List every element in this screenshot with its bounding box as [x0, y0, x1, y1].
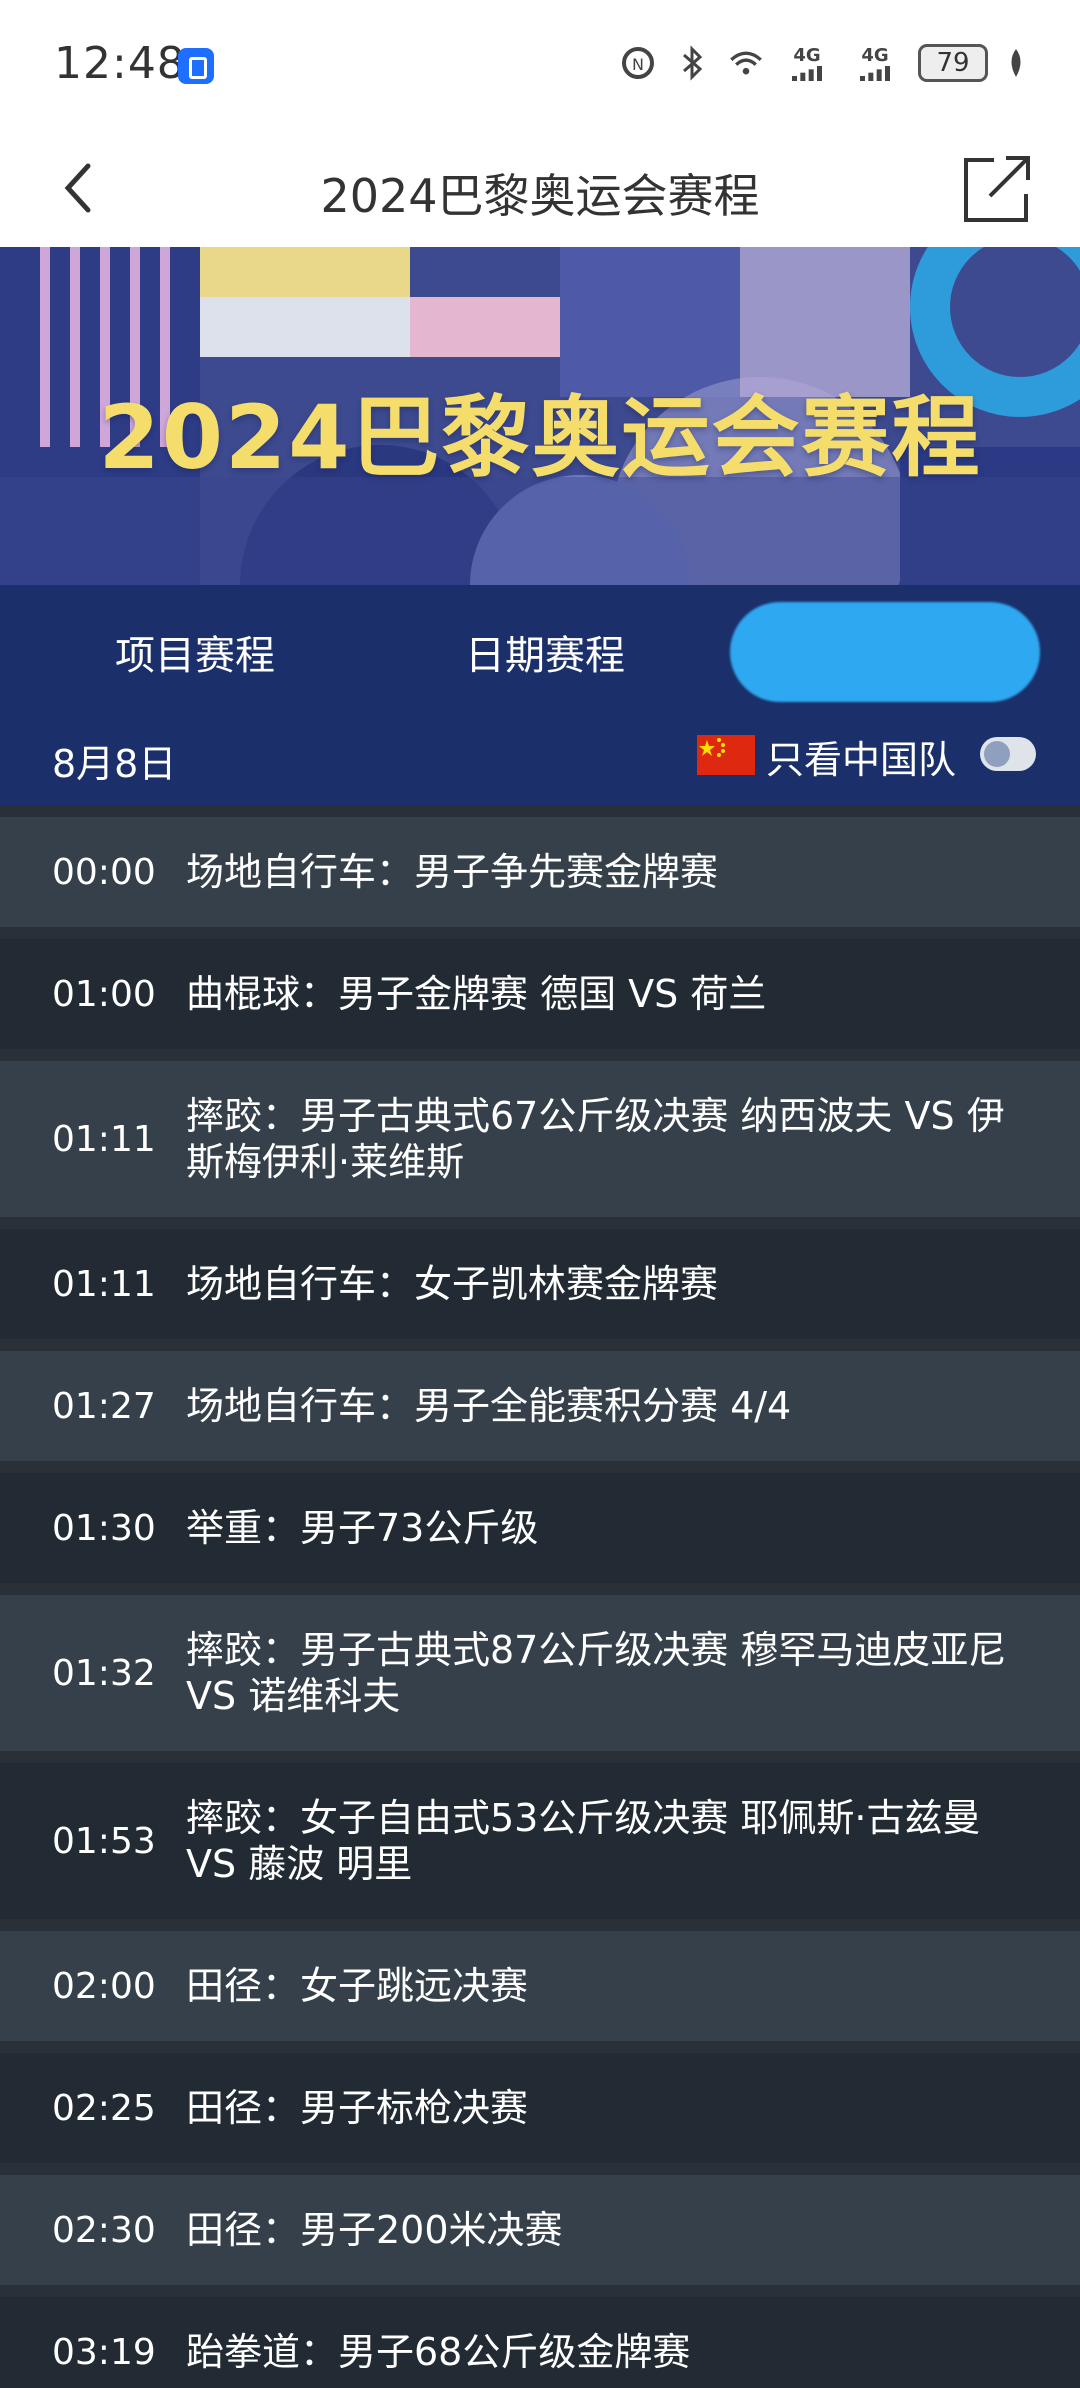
schedule-row[interactable]: 02:30 田径：男子200米决赛: [0, 2163, 1080, 2285]
schedule-row[interactable]: 01:30 举重：男子73公斤级: [0, 1461, 1080, 1583]
schedule-row[interactable]: 01:11 场地自行车：女子凯林赛金牌赛: [0, 1217, 1080, 1339]
network-type-1: 4G: [793, 45, 821, 66]
event-time: 01:53: [52, 1820, 156, 1862]
page-title: 2024巴黎奥运会赛程: [320, 169, 760, 223]
signal-icon-1: 4G: [782, 45, 832, 81]
share-button[interactable]: [960, 150, 1036, 226]
tabs-area: 项目赛程 日期赛程 8月8日 只看中国队: [0, 585, 1080, 805]
schedule-row[interactable]: 03:19 跆拳道：男子68公斤级金牌赛: [0, 2285, 1080, 2388]
banner: 2024巴黎奥运会赛程: [0, 247, 1080, 585]
event-time: 01:11: [52, 1118, 156, 1160]
event-title: 跆拳道：男子68公斤级金牌赛: [186, 2330, 691, 2374]
event-time: 01:00: [52, 973, 156, 1015]
battery-level: 79: [936, 48, 970, 78]
toggle-knob: [984, 741, 1010, 767]
schedule-row[interactable]: 01:27 场地自行车：男子全能赛积分赛 4/4: [0, 1339, 1080, 1461]
wifi-icon: [728, 45, 764, 81]
event-title: 场地自行车：男子全能赛积分赛 4/4: [186, 1384, 792, 1428]
battery-icon: 79: [918, 44, 988, 82]
event-time: 02:30: [52, 2209, 156, 2251]
event-title: 田径：男子标枪决赛: [186, 2086, 529, 2130]
schedule-row[interactable]: 02:25 田径：男子标枪决赛: [0, 2041, 1080, 2163]
event-time: 03:19: [52, 2331, 156, 2373]
app-notification-icon: [178, 48, 214, 84]
event-time: 02:25: [52, 2087, 156, 2129]
event-title: 曲棍球：男子金牌赛 德国 VS 荷兰: [186, 972, 767, 1016]
schedule-row[interactable]: 02:00 田径：女子跳远决赛: [0, 1919, 1080, 2041]
event-time: 01:32: [52, 1652, 156, 1694]
nfc-icon: N: [620, 45, 656, 81]
share-icon: [964, 156, 1030, 222]
current-date: 8月8日: [52, 742, 177, 786]
nav-bar: 2024巴黎奥运会赛程: [0, 130, 1080, 247]
event-title: 摔跤：男子古典式87公斤级决赛 穆罕马迪皮亚尼 VS 诺维科夫: [186, 1628, 1007, 1718]
event-time: 01:30: [52, 1507, 156, 1549]
bluetooth-icon: [674, 45, 710, 81]
event-time: 02:00: [52, 1965, 156, 2007]
schedule-row[interactable]: 01:00 曲棍球：男子金牌赛 德国 VS 荷兰: [0, 927, 1080, 1049]
event-title: 田径：男子200米决赛: [186, 2208, 563, 2252]
svg-text:N: N: [632, 55, 644, 74]
status-bar: 12:48 N 4G 4G 79: [0, 0, 1080, 130]
banner-title: 2024巴黎奥运会赛程: [98, 386, 982, 489]
china-flag-icon: [697, 735, 755, 775]
event-title: 场地自行车：女子凯林赛金牌赛: [186, 1262, 719, 1306]
tab-by-event[interactable]: 项目赛程: [80, 602, 310, 702]
event-time: 00:00: [52, 851, 156, 893]
schedule-row[interactable]: 01:32 摔跤：男子古典式87公斤级决赛 穆罕马迪皮亚尼 VS 诺维科夫: [0, 1583, 1080, 1751]
leaf-icon: [1006, 45, 1026, 81]
event-title: 田径：女子跳远决赛: [186, 1964, 529, 2008]
network-type-2: 4G: [861, 45, 889, 66]
tab-active[interactable]: [730, 602, 1040, 702]
status-time: 12:48: [54, 38, 186, 89]
china-only-label: 只看中国队: [766, 738, 957, 782]
schedule-row[interactable]: 01:11 摔跤：男子古典式67公斤级决赛 纳西波夫 VS 伊斯梅伊利·莱维斯: [0, 1049, 1080, 1217]
schedule-row[interactable]: 00:00 场地自行车：男子争先赛金牌赛: [0, 805, 1080, 927]
status-icons: N 4G 4G 79: [620, 44, 1026, 82]
event-time: 01:11: [52, 1263, 156, 1305]
event-title: 摔跤：男子古典式67公斤级决赛 纳西波夫 VS 伊斯梅伊利·莱维斯: [186, 1094, 1005, 1184]
schedule-row[interactable]: 01:53 摔跤：女子自由式53公斤级决赛 耶佩斯·古兹曼 VS 藤波 明里: [0, 1751, 1080, 1919]
china-only-toggle[interactable]: [980, 737, 1036, 771]
tab-by-date[interactable]: 日期赛程: [430, 602, 660, 702]
event-title: 摔跤：女子自由式53公斤级决赛 耶佩斯·古兹曼 VS 藤波 明里: [186, 1796, 981, 1886]
schedule-list: 00:00 场地自行车：男子争先赛金牌赛 01:00 曲棍球：男子金牌赛 德国 …: [0, 805, 1080, 2388]
signal-icon-2: 4G: [850, 45, 900, 81]
event-title: 场地自行车：男子争先赛金牌赛: [186, 850, 719, 894]
event-time: 01:27: [52, 1385, 156, 1427]
event-title: 举重：男子73公斤级: [186, 1506, 539, 1550]
